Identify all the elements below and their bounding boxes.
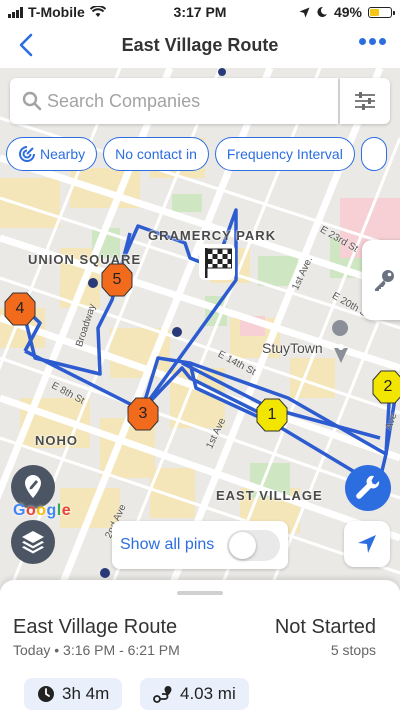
chip-frequency-interval[interactable]: Frequency Interval: [214, 137, 355, 171]
stop-marker-3[interactable]: 3: [127, 397, 159, 431]
filter-chips: Nearby No contact in Frequency Interval: [6, 137, 387, 171]
map-layers-button[interactable]: [11, 520, 55, 564]
route-status: Not Started: [274, 616, 376, 638]
chip-label: Frequency Interval: [226, 146, 343, 162]
route-time: Today • 3:16 PM - 6:21 PM: [13, 642, 180, 658]
google-logo: Google: [13, 502, 72, 519]
show-all-pins-control: Show all pins: [112, 521, 288, 569]
navigation-bar: East Village Route: [0, 24, 400, 68]
search-icon: [22, 91, 42, 111]
stop-number: 5: [112, 271, 122, 288]
search-bar[interactable]: Search Companies: [10, 78, 338, 124]
current-location-button[interactable]: [344, 521, 390, 567]
key-icon: [375, 270, 394, 291]
wrench-icon: [356, 475, 380, 499]
more-options-icon[interactable]: [359, 38, 386, 45]
stop-number: 2: [383, 378, 393, 395]
chip-label: Nearby: [40, 146, 86, 162]
finish-flag-icon[interactable]: [197, 242, 237, 282]
filter-settings-button[interactable]: [340, 78, 390, 124]
status-bar: T-Mobile 3:17 PM 49%: [0, 0, 400, 24]
chip-nearby[interactable]: Nearby: [6, 137, 98, 171]
stop-number: 1: [267, 406, 277, 423]
show-all-pins-label: Show all pins: [120, 536, 215, 553]
back-chevron-icon[interactable]: [14, 32, 40, 58]
map-view[interactable]: GRAMERCY PARK UNION SQUARE NOHO EAST VIL…: [0, 68, 400, 590]
route-name: East Village Route: [13, 616, 178, 638]
stop-marker-1[interactable]: 1: [256, 398, 288, 432]
distance-value: 4.03 mi: [180, 684, 236, 703]
navigation-arrow-icon: [358, 535, 376, 553]
duration-value: 3h 4m: [62, 684, 110, 703]
battery-icon: [368, 6, 395, 18]
chip-label: No contact in: [115, 146, 197, 162]
clock-icon: [38, 686, 54, 702]
stop-marker-4[interactable]: 4: [4, 292, 36, 326]
search-input[interactable]: Search Companies: [47, 91, 200, 112]
sheet-grabber[interactable]: [177, 591, 223, 595]
label-gramercy-park: GRAMERCY PARK: [148, 228, 277, 243]
layers-icon: [22, 531, 44, 554]
optimize-route-button[interactable]: [345, 465, 391, 511]
page-title: East Village Route: [121, 35, 279, 55]
stuytown-pin-icon: [332, 320, 349, 363]
battery-percent: 49%: [333, 4, 362, 20]
label-stuytown: StuyTown: [262, 340, 323, 356]
chip-more[interactable]: [360, 137, 387, 171]
stop-marker-2[interactable]: 2: [372, 370, 400, 404]
route-summary-sheet[interactable]: East Village Route Today • 3:16 PM - 6:2…: [0, 580, 400, 711]
label-east-village: EAST VILLAGE: [216, 488, 323, 503]
route-duration: 3h 4m: [24, 678, 123, 710]
stop-number: 3: [138, 405, 148, 422]
label-noho: NOHO: [35, 433, 78, 448]
route-stop-count: 5 stops: [330, 642, 376, 658]
route-distance: 4.03 mi: [140, 678, 249, 710]
stop-number: 4: [15, 300, 25, 317]
key-button[interactable]: [362, 240, 400, 320]
location-arrow-icon: [299, 7, 310, 17]
show-all-pins-switch[interactable]: [227, 530, 280, 561]
chip-no-contact-in[interactable]: No contact in: [103, 137, 209, 171]
route-distance-icon: [153, 686, 172, 703]
nearby-radar-icon: [19, 146, 35, 162]
sliders-icon: [355, 92, 375, 110]
stop-marker-5[interactable]: 5: [101, 263, 133, 297]
do-not-disturb-icon: [317, 6, 327, 17]
